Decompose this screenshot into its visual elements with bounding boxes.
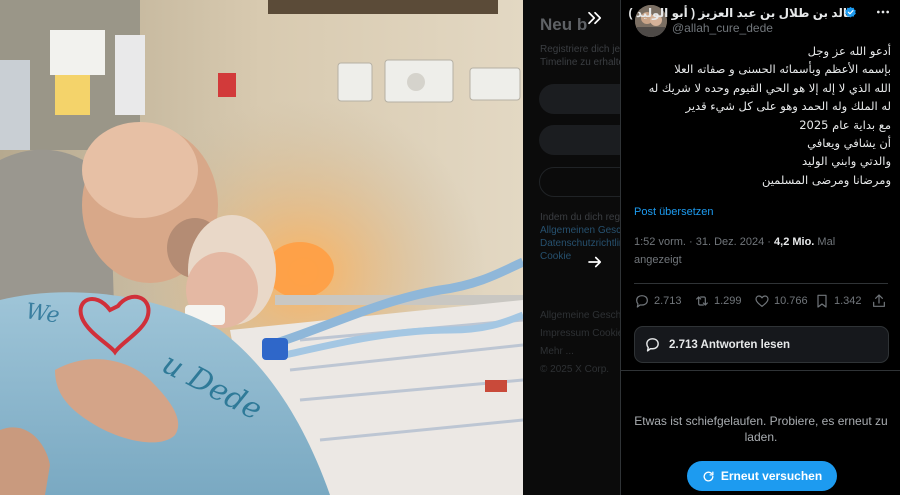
tweet-detail-panel: خالد بن طلال بن عبد العزيز ( أبو الوليد … bbox=[620, 0, 900, 495]
next-arrow-icon bbox=[588, 256, 602, 268]
collapse-panel-button[interactable] bbox=[581, 4, 609, 32]
tweet-text-line: ومرضانا ومرضى المسلمين bbox=[761, 172, 891, 187]
background-signup-apple bbox=[539, 125, 620, 155]
reply-count: 2.713 bbox=[654, 295, 682, 307]
read-replies-label: 2.713 Antworten lesen bbox=[669, 338, 791, 351]
background-subtitle-2: Timeline zu erhalten bbox=[540, 57, 620, 68]
background-terms-4: Cookie bbox=[540, 251, 572, 262]
background-terms-3: Datenschutzrichtlinie bbox=[540, 238, 620, 249]
share-button[interactable] bbox=[871, 290, 887, 312]
background-footer-3: Mehr ... bbox=[540, 346, 574, 357]
tweet-text-line: والدتي وابني الوليد bbox=[801, 154, 891, 169]
like-icon bbox=[755, 295, 769, 307]
reply-button[interactable]: 2.713 bbox=[634, 290, 682, 312]
read-replies-button[interactable]: 2.713 Antworten lesen bbox=[634, 326, 889, 363]
chat-bubble-icon bbox=[646, 338, 659, 352]
background-terms-1: Indem du dich registrierst bbox=[540, 212, 620, 223]
bookmark-icon bbox=[817, 294, 827, 308]
repost-button[interactable]: 1.299 bbox=[694, 290, 742, 312]
more-icon bbox=[877, 10, 889, 14]
retry-button[interactable]: Erneut versuchen bbox=[687, 461, 837, 491]
reply-icon bbox=[636, 295, 648, 308]
repost-icon bbox=[696, 296, 708, 306]
tweet-meta: 1:52 vorm. · 31. Dez. 2024 · 4,2 Mio. Ma… bbox=[634, 233, 884, 269]
tweet-text-line: بإسمه الأعظم وبأسمائه الحسنى و صفاته الع… bbox=[674, 62, 891, 77]
user-handle[interactable]: @allah_cure_dede bbox=[672, 21, 773, 35]
retry-label: Erneut versuchen bbox=[720, 469, 823, 483]
error-message: Etwas ist schiefgelaufen. Probiere, es e… bbox=[634, 414, 888, 444]
like-button[interactable]: 10.766 bbox=[754, 290, 808, 312]
background-signup-google bbox=[539, 84, 620, 114]
tweet-text-line: مع بداية عام 2025 bbox=[799, 117, 891, 132]
svg-text:We: We bbox=[24, 299, 61, 328]
background-subtitle-1: Registriere dich jetzt bbox=[540, 44, 620, 55]
view-count: 4,2 Mio. bbox=[774, 236, 815, 248]
background-timeline: Neu b Registriere dich jetzt Timeline zu… bbox=[523, 0, 620, 495]
tweet-text-line: الله الذي لا إله إلا هو الحي القيوم وحده… bbox=[648, 80, 891, 95]
action-bar: 2.713 1.299 10.766 1.342 bbox=[634, 290, 889, 312]
tweet-text-line: أدعو الله عز وجل bbox=[807, 44, 891, 58]
refresh-icon bbox=[703, 471, 714, 481]
background-footer-1: Allgemeine Geschäfts bbox=[540, 310, 620, 321]
background-terms-2: Allgemeinen Geschäfts bbox=[540, 225, 620, 236]
share-icon bbox=[873, 294, 885, 307]
verified-badge-icon bbox=[845, 6, 856, 18]
collapse-icon bbox=[588, 11, 602, 25]
background-footer-2: Impressum Cookie bbox=[540, 328, 620, 339]
background-footer-4: © 2025 X Corp. bbox=[540, 364, 610, 375]
divider bbox=[621, 370, 900, 371]
repost-count: 1.299 bbox=[714, 295, 742, 307]
translate-post-link[interactable]: Post übersetzen bbox=[634, 206, 714, 218]
divider bbox=[634, 283, 888, 284]
timestamp[interactable]: 1:52 vorm. · 31. Dez. 2024 · bbox=[634, 236, 771, 248]
like-count: 10.766 bbox=[774, 295, 808, 307]
display-name[interactable]: خالد بن طلال بن عبد العزيز ( أبو الوليد … bbox=[628, 6, 856, 20]
bookmark-count: 1.342 bbox=[834, 295, 862, 307]
tweet-text-line: له الملك وله الحمد وهو على كل شيء قدير bbox=[685, 99, 892, 114]
bookmark-button[interactable]: 1.342 bbox=[814, 290, 862, 312]
tweet-text-line: أن يشافي ويعافي bbox=[807, 136, 891, 151]
next-media-button[interactable] bbox=[581, 248, 609, 276]
tweet-text: أدعو الله عز وجل بإسمه الأعظم وبأسمائه ا… bbox=[631, 42, 891, 189]
photo-illustration: We u Dede bbox=[0, 0, 523, 495]
more-options-button[interactable] bbox=[875, 4, 891, 20]
background-create-account bbox=[539, 167, 620, 197]
media-photo[interactable]: We u Dede bbox=[0, 0, 523, 495]
